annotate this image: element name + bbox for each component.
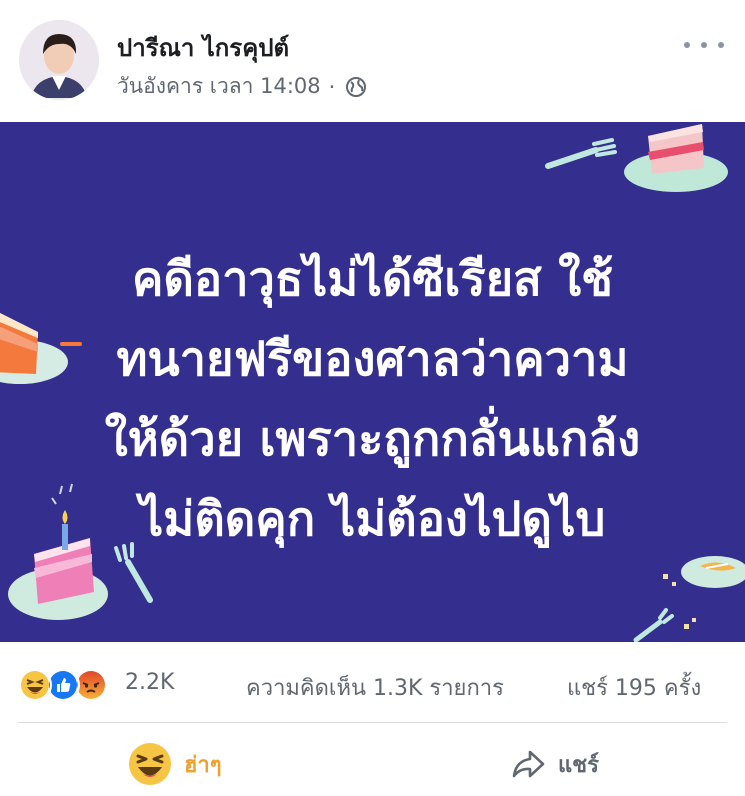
comment-count[interactable]: ความคิดเห็น 1.3K รายการ — [246, 670, 504, 705]
post-meta: วันอังคาร เวลา 14:08 · — [117, 70, 367, 103]
avatar[interactable] — [19, 20, 99, 100]
reaction-button[interactable]: ฮ่าๆ — [128, 742, 222, 786]
more-options-icon[interactable] — [684, 30, 724, 60]
headline-line: ทนายฟรีของศาลว่าความ — [116, 332, 629, 387]
share-label: แชร์ — [558, 752, 599, 778]
reaction-summary[interactable] — [18, 668, 108, 702]
haha-icon — [129, 743, 171, 785]
haha-icon — [18, 668, 52, 702]
post-timestamp[interactable]: วันอังคาร เวลา 14:08 — [117, 70, 321, 103]
divider — [18, 722, 727, 723]
reaction-label: ฮ่าๆ — [184, 752, 222, 778]
headline-line: ไม่ติดคุก ไม่ต้องไปดูไบ — [139, 492, 606, 547]
post-header: ปารีณา ไกรคุปต์ วันอังคาร เวลา 14:08 · — [0, 0, 745, 122]
headline-line: คดีอาวุธไม่ได้ซีเรียส ใช้ — [131, 252, 614, 307]
share-count[interactable]: แชร์ 195 ครั้ง — [567, 670, 701, 705]
post-headline: คดีอาวุธไม่ได้ซีเรียส ใช้ ทนายฟรีของศาลว… — [40, 240, 705, 560]
globe-icon[interactable] — [345, 76, 367, 98]
more-dot — [701, 42, 707, 48]
author-name[interactable]: ปารีณา ไกรคุปต์ — [117, 28, 289, 67]
share-button[interactable]: แชร์ — [510, 746, 599, 782]
more-dot — [718, 42, 724, 48]
more-dot — [684, 42, 690, 48]
post-stats: 2.2K ความคิดเห็น 1.3K รายการ แชร์ 195 คร… — [0, 660, 745, 710]
meta-separator: · — [328, 74, 336, 99]
action-bar: ฮ่าๆ แชร์ — [0, 730, 745, 796]
share-icon — [512, 750, 545, 778]
post-image[interactable]: คดีอาวุธไม่ได้ซีเรียส ใช้ ทนายฟรีของศาลว… — [0, 122, 745, 642]
headline-line: ให้ด้วย เพราะถูกกลั่นแกล้ง — [104, 412, 641, 467]
reaction-count[interactable]: 2.2K — [125, 670, 174, 695]
